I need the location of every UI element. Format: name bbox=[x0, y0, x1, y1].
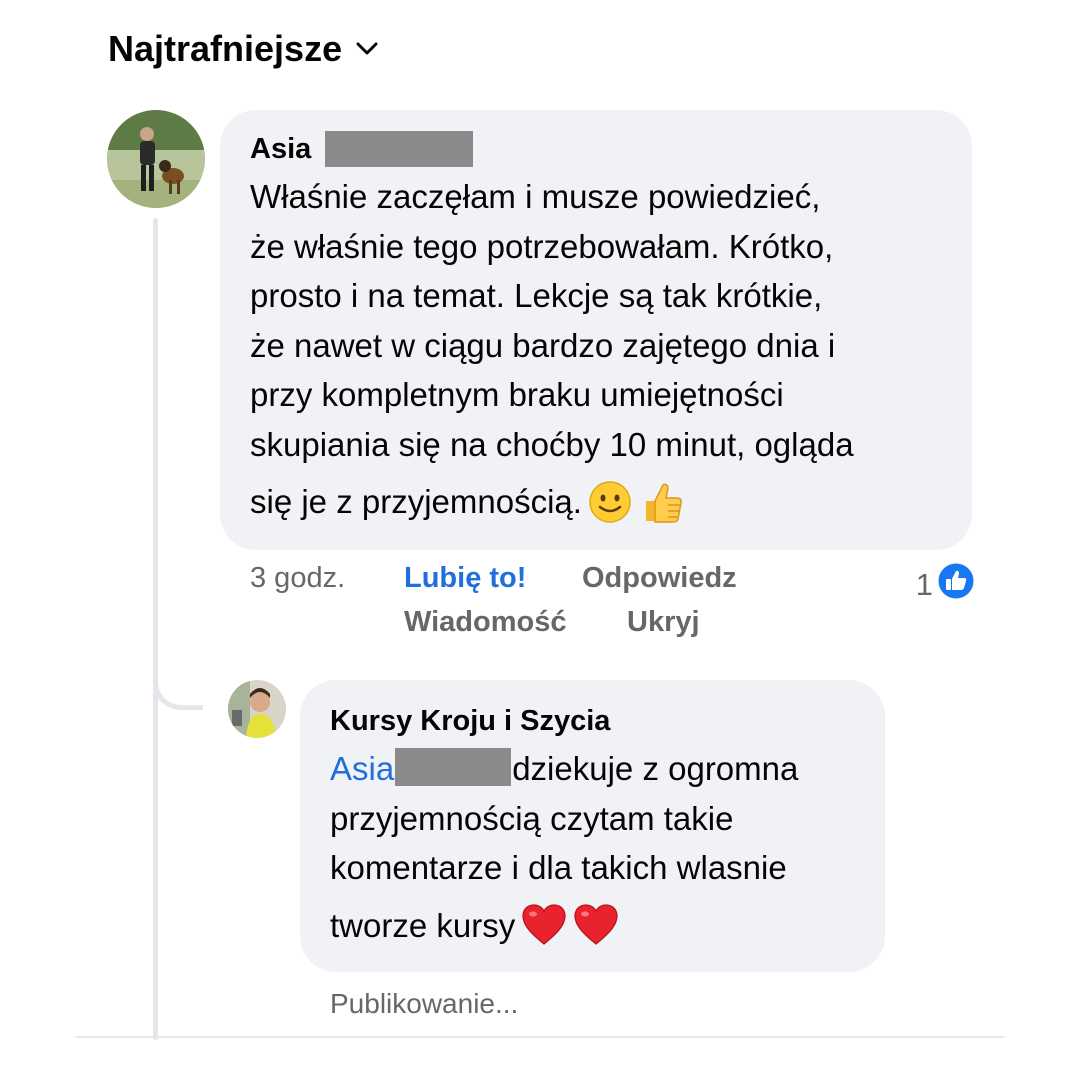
comment-line: że właśnie tego potrzebowałam. Krótko, bbox=[250, 227, 834, 265]
comment-line: Właśnie zaczęłam i musze powiedzieć, bbox=[250, 178, 821, 215]
slightly-smiling-face-icon bbox=[588, 480, 632, 524]
reaction-count-number: 1 bbox=[915, 567, 933, 602]
comment-last-line: się je z przyjemnością. bbox=[250, 483, 582, 520]
red-heart-icon bbox=[573, 904, 619, 946]
red-heart-icon bbox=[521, 904, 567, 946]
redaction-block bbox=[325, 131, 474, 167]
avatar[interactable] bbox=[107, 110, 205, 208]
comment-author[interactable]: Asia bbox=[250, 133, 311, 166]
sort-dropdown[interactable]: Najtrafniejsze bbox=[108, 28, 378, 70]
comment-bubble: Asia Właśnie zaczęłam i musze powiedzieć… bbox=[220, 110, 972, 550]
comment-line: że nawet w ciągu bardzo zajętego dnia i bbox=[250, 326, 836, 364]
reply-line: przyjemnością czytam takie bbox=[330, 799, 734, 837]
reply-bubble: Kursy Kroju i Szycia Asia dziekuje z ogro… bbox=[300, 680, 885, 972]
thread-connector bbox=[153, 655, 203, 710]
reply-last-line: tworze kursy bbox=[330, 906, 516, 944]
divider bbox=[76, 1036, 1004, 1038]
comment-line: się je z przyjemnością. bbox=[250, 477, 942, 527]
comment-timestamp[interactable]: 3 godz. bbox=[250, 562, 345, 595]
reply-line: tworze kursy bbox=[330, 901, 855, 951]
comment-text: Właśnie zaczęłam i musze powiedzieć, że … bbox=[250, 172, 942, 527]
comment-actions: 3 godz. Lubię to! Odpowiedz Wiadomość Uk… bbox=[250, 562, 975, 652]
reply-line: komentarze i dla takich wlasnie bbox=[330, 849, 787, 886]
like-icon bbox=[937, 562, 975, 608]
sort-label: Najtrafniejsze bbox=[108, 28, 343, 69]
comment-line: przy kompletnym braku umiejętności bbox=[250, 376, 784, 413]
avatar[interactable] bbox=[228, 680, 286, 738]
comment-line: skupiania się na choćby 10 minut, ogląda bbox=[250, 425, 854, 463]
hide-button[interactable]: Ukryj bbox=[627, 606, 700, 639]
like-button[interactable]: Lubię to! bbox=[404, 562, 526, 595]
thumbs-up-icon bbox=[638, 479, 684, 525]
posting-status: Publikowanie... bbox=[330, 988, 519, 1019]
thread-line bbox=[153, 218, 158, 1040]
redaction-block bbox=[395, 748, 512, 787]
reply-line: Asia dziekuje z ogromna bbox=[330, 744, 855, 794]
reply-text: Asia dziekuje z ogromna przyjemnością czy… bbox=[330, 744, 855, 950]
reply-line-text: dziekuje z ogromna bbox=[512, 750, 799, 787]
reaction-count[interactable]: 1 bbox=[916, 562, 975, 608]
message-button[interactable]: Wiadomość bbox=[404, 606, 567, 639]
chevron-down-icon bbox=[356, 42, 378, 56]
reply-button[interactable]: Odpowiedz bbox=[582, 562, 737, 595]
comment-line: prosto i na temat. Lekcje są tak krótkie… bbox=[250, 277, 823, 314]
reply-author[interactable]: Kursy Kroju i Szycia bbox=[330, 705, 610, 738]
mention-link[interactable]: Asia bbox=[330, 750, 394, 787]
